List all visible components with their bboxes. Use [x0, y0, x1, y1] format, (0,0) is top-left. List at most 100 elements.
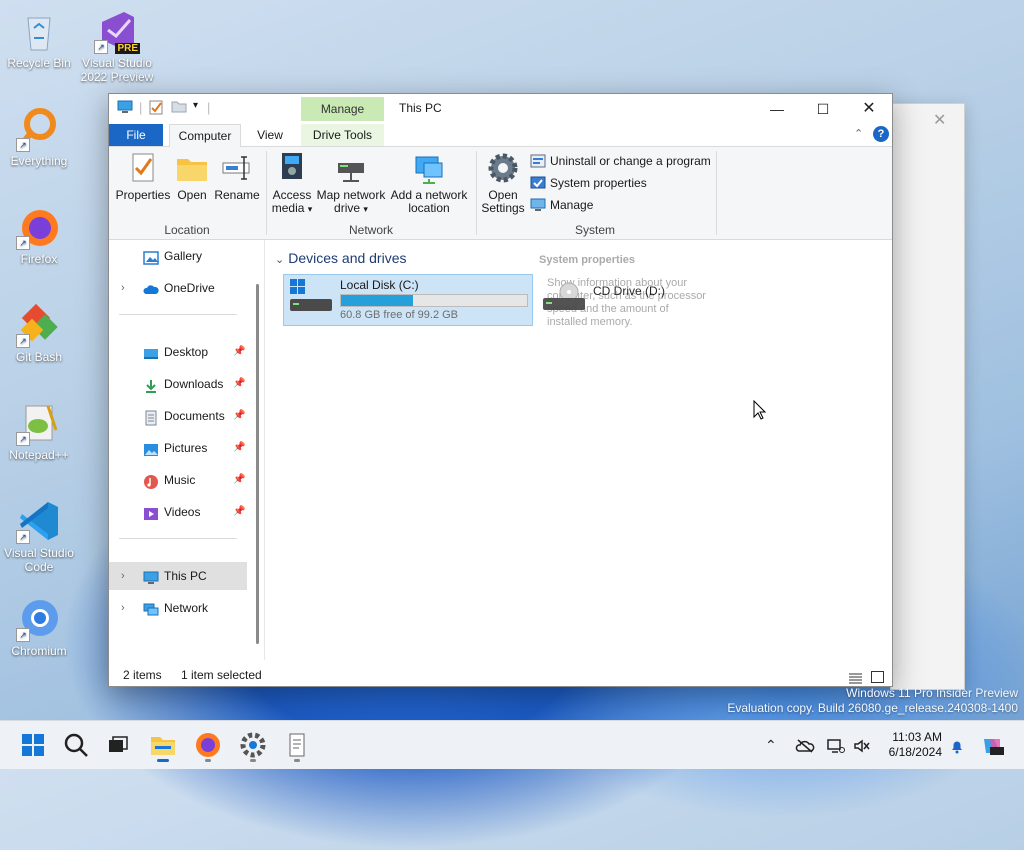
file-explorer-window: | ▾ | Manage This PC — ☐ ✕ File Computer… — [108, 93, 893, 687]
tab-computer[interactable]: Computer — [169, 124, 241, 147]
nav-scrollbar[interactable] — [256, 284, 259, 644]
nav-item-onedrive[interactable]: › OneDrive — [109, 274, 247, 302]
desktop-icon-chromium[interactable]: ↗ Chromium — [1, 596, 77, 658]
minimize-button[interactable]: — — [754, 94, 800, 124]
pin-icon[interactable]: 📌 — [233, 498, 245, 526]
desktop-icon-git-bash[interactable]: ↗ Git Bash — [1, 302, 77, 364]
access-media-icon — [275, 151, 309, 185]
system-properties-button[interactable]: System properties — [530, 173, 647, 193]
rename-button[interactable]: Rename — [213, 151, 261, 202]
nav-label: Downloads — [164, 377, 224, 391]
taskbar-file-explorer[interactable] — [147, 729, 179, 762]
nav-label: Gallery — [164, 249, 203, 263]
windows-drive-icon — [290, 279, 332, 319]
vscode-icon: ↗ — [16, 498, 62, 544]
add-network-location-button[interactable]: Add a network location — [389, 151, 469, 215]
nav-item-documents[interactable]: Documents 📌 — [109, 402, 247, 430]
videos-icon — [143, 504, 159, 520]
drive-item-c[interactable]: Local Disk (C:) 60.8 GB free of 99.2 GB — [283, 274, 533, 326]
pin-icon[interactable]: 📌 — [233, 402, 245, 430]
properties-label: Properties — [115, 188, 171, 202]
close-button[interactable]: ✕ — [846, 94, 892, 124]
drive-name: Local Disk (C:) — [340, 278, 419, 292]
nav-item-pictures[interactable]: Pictures 📌 — [109, 434, 247, 462]
access-media-button[interactable]: Access media ▾ — [269, 151, 315, 216]
shortcut-arrow-icon: ↗ — [16, 236, 30, 250]
volume-muted-icon[interactable] — [853, 721, 871, 769]
desktop-icon-everything[interactable]: ↗ Everything — [1, 106, 77, 168]
help-icon[interactable]: ? — [873, 126, 889, 142]
nav-item-gallery[interactable]: Gallery — [109, 242, 247, 270]
nav-label: OneDrive — [164, 281, 215, 295]
nav-item-this-pc[interactable]: › This PC — [109, 562, 247, 590]
nav-label: This PC — [164, 569, 207, 583]
chevron-down-icon: ⌄ — [275, 254, 285, 266]
system-group-label: System — [574, 223, 615, 237]
open-button[interactable]: Open — [173, 151, 211, 202]
nav-item-music[interactable]: Music 📌 — [109, 466, 247, 494]
devices-and-drives-header[interactable]: ⌄ Devices and drives — [275, 250, 407, 266]
windows-watermark: Windows 11 Pro Insider Preview Evaluatio… — [727, 686, 1018, 716]
desktop-icon-recycle-bin[interactable]: Recycle Bin — [1, 8, 77, 70]
taskbar-firefox[interactable] — [192, 729, 224, 762]
copilot-icon[interactable] — [980, 721, 1004, 769]
tab-drive-tools[interactable]: Drive Tools — [301, 124, 384, 146]
nav-item-network[interactable]: › Network — [109, 594, 247, 622]
nav-item-videos[interactable]: Videos 📌 — [109, 498, 247, 526]
start-button[interactable] — [17, 729, 49, 761]
manage-context-tab[interactable]: Manage — [301, 97, 384, 121]
desktop-folder-icon — [143, 344, 159, 360]
active-app-indicator — [157, 759, 169, 762]
desktop-icon-notepadpp[interactable]: ↗ Notepad++ — [1, 400, 77, 462]
tab-view[interactable]: View — [247, 124, 293, 146]
chevron-right-icon[interactable]: › — [121, 274, 125, 302]
desktop-icon-label: Chromium — [11, 644, 67, 658]
nav-item-downloads[interactable]: Downloads 📌 — [109, 370, 247, 398]
maximize-button[interactable]: ☐ — [800, 94, 846, 124]
network-status-icon[interactable] — [827, 721, 845, 769]
show-hidden-icons-chevron-up-icon[interactable]: ⌃ — [765, 721, 777, 769]
settings-gear-icon — [486, 151, 520, 185]
drive-item-d[interactable]: CD Drive (D:) — [529, 274, 735, 324]
desktop-icon-label: Recycle Bin — [7, 56, 71, 70]
desktop-icon-visual-studio[interactable]: ↗ PRE Visual Studio 2022 Preview — [79, 8, 155, 84]
nav-item-desktop[interactable]: Desktop 📌 — [109, 338, 247, 366]
tab-file[interactable]: File — [109, 124, 163, 146]
everything-search-icon: ↗ — [16, 106, 62, 152]
taskbar-settings[interactable] — [237, 729, 269, 762]
shortcut-arrow-icon: ↗ — [16, 138, 30, 152]
new-folder-quick-icon[interactable] — [171, 100, 187, 116]
map-network-drive-button[interactable]: Map network drive ▾ — [315, 151, 387, 216]
chevron-right-icon[interactable]: › — [121, 594, 125, 622]
task-view-button[interactable] — [102, 729, 134, 761]
manage-button[interactable]: Manage — [530, 195, 593, 215]
notifications-bell-icon[interactable] — [949, 721, 965, 769]
pin-icon[interactable]: 📌 — [233, 466, 245, 494]
desktop-icon-vscode[interactable]: ↗ Visual Studio Code — [1, 498, 77, 574]
section-header-label: Devices and drives — [288, 250, 407, 266]
onedrive-offline-icon[interactable] — [795, 721, 815, 769]
properties-quick-icon[interactable] — [149, 100, 163, 118]
properties-button[interactable]: Properties — [115, 151, 171, 202]
open-settings-button[interactable]: Open Settings — [479, 151, 527, 215]
close-icon[interactable]: ✕ — [933, 110, 946, 130]
system-clock[interactable]: 11:03 AM 6/18/2024 — [880, 730, 942, 760]
collapse-ribbon-icon[interactable]: ⌃ — [854, 127, 863, 140]
pin-icon[interactable]: 📌 — [233, 434, 245, 462]
search-button[interactable] — [60, 729, 92, 761]
pin-icon[interactable]: 📌 — [233, 370, 245, 398]
pin-icon[interactable]: 📌 — [233, 338, 245, 366]
background-window[interactable]: ✕ — [890, 103, 965, 690]
nav-divider — [119, 538, 237, 539]
uninstall-program-button[interactable]: Uninstall or change a program — [530, 151, 711, 171]
chevron-right-icon[interactable]: › — [121, 562, 125, 590]
downloads-arrow-icon — [143, 376, 159, 393]
taskbar-app[interactable] — [281, 729, 313, 762]
gallery-icon — [143, 248, 159, 265]
quick-access-dropdown-icon[interactable]: ▾ — [193, 100, 198, 111]
onedrive-cloud-icon — [143, 280, 159, 296]
shortcut-arrow-icon: ↗ — [94, 40, 108, 54]
ribbon-computer: Properties Open Rename Location Access m… — [109, 147, 892, 240]
firefox-icon: ↗ — [16, 204, 62, 250]
desktop-icon-firefox[interactable]: ↗ Firefox — [1, 204, 77, 266]
